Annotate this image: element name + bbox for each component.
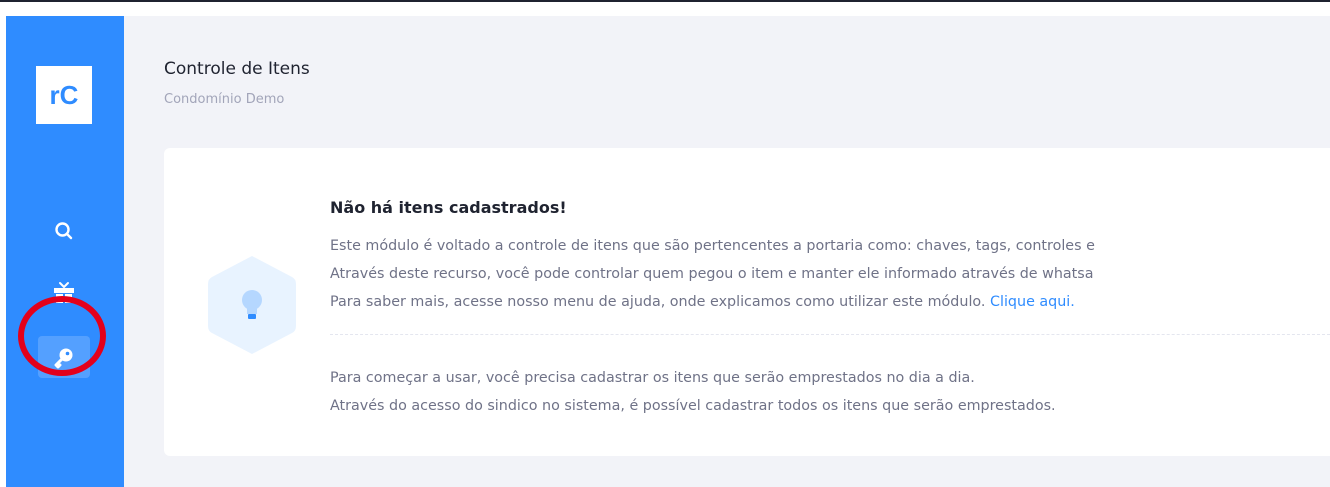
search-icon [55,222,73,240]
empty-state-title: Não há itens cadastrados! [330,198,567,217]
sidebar: rC [6,16,124,487]
highlight-ring-annotation [18,296,106,376]
empty-state-line-4: Para começar a usar, você precisa cadast… [330,370,975,386]
empty-state-line-5: Através do acesso do sindico no sistema,… [330,398,1056,414]
divider [330,334,1330,335]
help-text: Para saber mais, acesse nosso menu de aj… [330,294,986,310]
empty-state-illustration [202,252,302,358]
empty-state-line-3: Para saber mais, acesse nosso menu de aj… [330,294,1075,310]
empty-state-line-1: Este módulo é voltado a controle de iten… [330,238,1095,254]
logo-text: rC [49,79,79,110]
main-content: Controle de Itens Condomínio Demo Não há… [124,16,1330,487]
empty-state-card: Não há itens cadastrados! Este módulo é … [164,148,1330,456]
app-logo[interactable]: rC [36,66,92,124]
page-subtitle: Condomínio Demo [164,92,285,107]
sidebar-item-search[interactable] [38,210,90,252]
window-top-bar [0,0,1330,14]
empty-state-line-2: Através deste recurso, você pode control… [330,266,1094,282]
page-title: Controle de Itens [164,59,310,79]
help-link[interactable]: Clique aqui. [990,294,1075,310]
